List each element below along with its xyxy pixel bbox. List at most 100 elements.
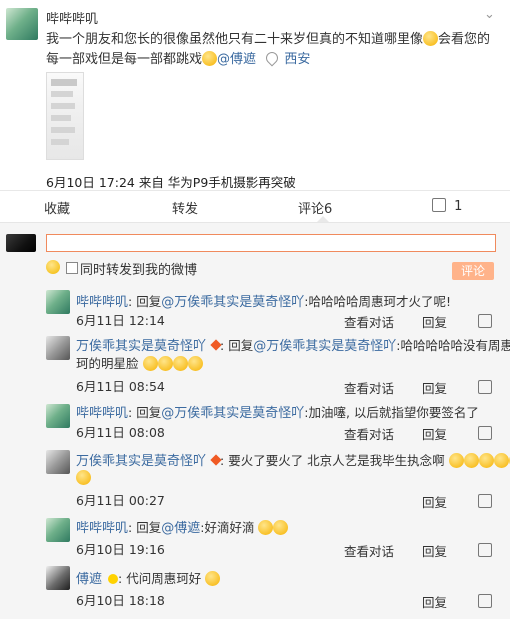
comment-time: 6月11日 08:08 [76, 425, 165, 440]
divider [0, 190, 510, 191]
comment-row: 傅遮 : 代问周惠珂好 [76, 568, 221, 587]
comment-avatar[interactable] [46, 290, 70, 314]
comment-time: 6月10日 18:18 [76, 593, 165, 608]
reply-button[interactable]: 回复 [422, 424, 447, 443]
like-count: 1 [454, 199, 463, 214]
reply-button[interactable]: 回复 [422, 312, 447, 331]
comment-button[interactable]: 评论6 [298, 198, 332, 217]
post-author[interactable]: 哔哔哔叽 [46, 8, 98, 27]
thumb-up-icon[interactable] [478, 594, 492, 608]
comment-text-2: 珂的明星脸 [76, 356, 139, 371]
current-user-avatar [6, 234, 36, 252]
comment-avatar[interactable] [46, 566, 70, 590]
reply-button[interactable]: 回复 [422, 592, 447, 611]
comment-text: :加油噻, 以后就指望你要签名了 [304, 405, 479, 420]
view-conversation-link[interactable]: 查看对话 [344, 424, 394, 443]
emoji-icon [202, 51, 218, 66]
comment-colon: : [128, 520, 133, 535]
emoji-icon [157, 356, 173, 371]
image-preview-row [51, 91, 73, 97]
reply-prefix: 回复 [136, 405, 162, 420]
reply-to-link[interactable]: @万俟乖其实是莫奇怪吖 [161, 406, 304, 421]
comment-avatar[interactable] [46, 336, 70, 360]
weibo-post-page: 哔哔哔叽 ⌄ 我一个朋友和您长的很像虽然他只有二十来岁但真的不知道哪里像 会看您的… [0, 0, 510, 619]
image-preview-row [51, 115, 71, 121]
thumb-up-icon[interactable] [478, 543, 492, 557]
comment-avatar[interactable] [46, 518, 70, 542]
reply-to-link[interactable]: @傅遮 [161, 521, 200, 536]
comment-row: 万俟乖其实是莫奇怪吖 : 要火了要火了 北京人艺是我毕生执念啊 [76, 450, 510, 469]
comment-text: :好滴好滴 [200, 520, 255, 535]
comment-author[interactable]: 傅遮 [76, 572, 102, 587]
author-avatar[interactable] [6, 8, 38, 40]
view-conversation-link[interactable]: 查看对话 [344, 541, 394, 560]
reply-to-link[interactable]: @万俟乖其实是莫奇怪吖 [161, 295, 304, 310]
emoji-icon [258, 520, 274, 535]
favorite-button[interactable]: 收藏 [44, 198, 70, 217]
comment-text: :哈哈哈哈哈没有周惠 [396, 338, 510, 353]
like-button[interactable]: 1 [432, 198, 462, 214]
emoji-icon [463, 453, 479, 468]
view-conversation-link[interactable]: 查看对话 [344, 312, 394, 331]
forward-button[interactable]: 转发 [172, 198, 198, 217]
reply-button[interactable]: 回复 [422, 378, 447, 397]
thumb-up-icon[interactable] [478, 426, 492, 440]
forward-to-my-weibo-label: 同时转发到我的微博 [80, 263, 198, 278]
emoji-picker-icon[interactable] [46, 260, 60, 274]
comment-author[interactable]: 万俟乖其实是莫奇怪吖 [76, 454, 206, 469]
comment-colon: : [128, 405, 133, 420]
emoji-icon [142, 356, 158, 371]
post-text: 我一个朋友和您长的很像虽然他只有二十来岁但真的不知道哪里像 [46, 32, 424, 47]
comment-text: 代问周惠珂好 [126, 571, 202, 586]
emoji-icon [187, 356, 203, 371]
thumb-up-icon[interactable] [478, 314, 492, 328]
emoji-icon [423, 31, 439, 46]
comment-row: 哔哔哔叽: 回复@万俟乖其实是莫奇怪吖:加油噻, 以后就指望你要签名了 [76, 402, 479, 421]
emoji-icon [172, 356, 188, 371]
comment-time: 6月10日 19:16 [76, 542, 165, 557]
comment-time: 6月11日 00:27 [76, 493, 165, 508]
comment-text: 要火了要火了 北京人艺是我毕生执念啊 [228, 453, 445, 468]
post-mention-link[interactable]: @傅遮 [217, 52, 256, 67]
reply-button[interactable]: 回复 [422, 492, 447, 511]
comment-author[interactable]: 哔哔哔叽 [76, 521, 128, 536]
comment-input[interactable] [46, 234, 496, 252]
reply-button[interactable]: 回复 [422, 541, 447, 560]
comment-time: 6月11日 08:54 [76, 379, 165, 394]
image-preview-row [51, 103, 75, 109]
reply-prefix: 回复 [228, 338, 254, 353]
thumb-up-icon[interactable] [478, 494, 492, 508]
post-image[interactable] [46, 72, 84, 160]
reply-prefix: 回复 [136, 520, 162, 535]
comment-author[interactable]: 哔哔哔叽 [76, 295, 128, 310]
image-preview-row [51, 127, 75, 133]
forward-to-my-weibo-checkbox[interactable] [66, 262, 78, 274]
location-link[interactable]: 西安 [284, 52, 310, 67]
comment-row-continuation: 珂的明星脸 [76, 353, 203, 372]
image-preview-row [51, 79, 77, 86]
comment-author[interactable]: 哔哔哔叽 [76, 406, 128, 421]
comment-row: 万俟乖其实是莫奇怪吖 : 回复@万俟乖其实是莫奇怪吖:哈哈哈哈哈没有周惠 [76, 335, 510, 354]
emoji-icon [478, 453, 494, 468]
emoji-icon [76, 470, 91, 485]
comment-text: :哈哈哈哈周惠珂才火了呢! [304, 294, 451, 309]
emoji-icon [205, 571, 221, 586]
comment-time: 6月11日 12:14 [76, 313, 165, 328]
comment-author[interactable]: 万俟乖其实是莫奇怪吖 [76, 339, 206, 354]
comment-colon: : [118, 571, 123, 586]
comment-colon: : [128, 294, 133, 309]
image-preview-row [51, 139, 69, 145]
verified-badge [108, 574, 118, 584]
thumb-up-icon[interactable] [478, 380, 492, 394]
reply-to-link[interactable]: @万俟乖其实是莫奇怪吖 [253, 339, 396, 354]
chevron-down-icon[interactable]: ⌄ [484, 7, 495, 22]
comment-avatar[interactable] [46, 450, 70, 474]
emoji-icon [493, 453, 509, 468]
view-conversation-link[interactable]: 查看对话 [344, 378, 394, 397]
thumb-up-icon [432, 198, 446, 212]
emoji-icon [448, 453, 464, 468]
reply-prefix: 回复 [136, 294, 162, 309]
comment-avatar[interactable] [46, 404, 70, 428]
submit-comment-button[interactable]: 评论 [452, 262, 494, 280]
comment-row: 哔哔哔叽: 回复@万俟乖其实是莫奇怪吖:哈哈哈哈周惠珂才火了呢! [76, 291, 451, 310]
